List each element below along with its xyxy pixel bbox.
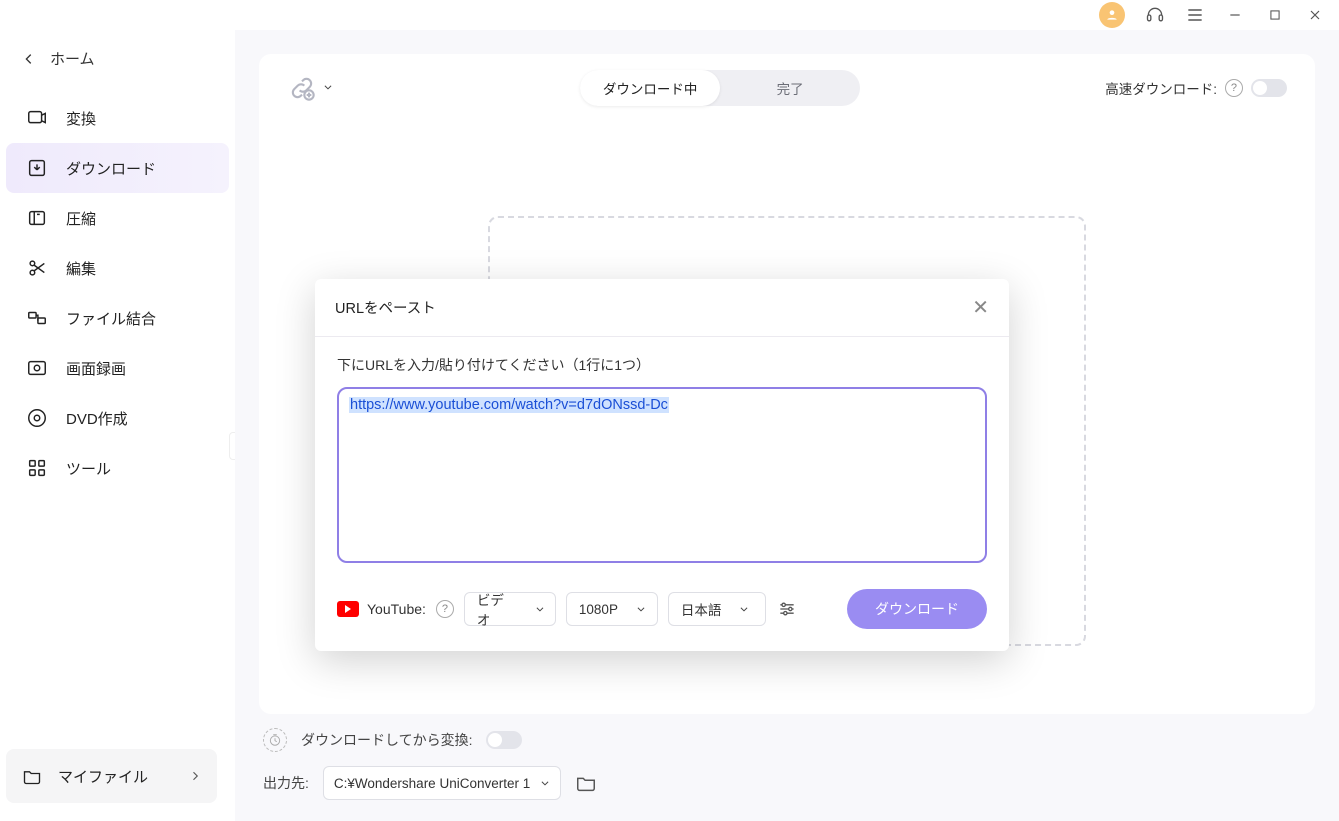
home-link[interactable]: ホーム [0, 38, 235, 93]
download-icon [26, 157, 48, 179]
help-icon[interactable]: ? [436, 600, 454, 618]
chevron-down-icon [636, 604, 646, 614]
convert-icon [26, 107, 48, 129]
tabs: ダウンロード中 完了 [580, 70, 860, 106]
timer-icon [263, 728, 287, 752]
grid-icon [26, 457, 48, 479]
chevron-down-icon [540, 778, 550, 788]
main-area: ダウンロード中 完了 高速ダウンロード: ? 2. 複数のURLを同時にダウンロ… [235, 0, 1339, 821]
minimize-icon[interactable] [1225, 5, 1245, 25]
sidebar-item-tools[interactable]: ツール [6, 443, 229, 493]
sidebar-item-download[interactable]: ダウンロード [6, 143, 229, 193]
tab-downloading[interactable]: ダウンロード中 [580, 70, 720, 106]
sidebar-item-label: 変換 [66, 108, 96, 129]
titlebar [235, 0, 1339, 30]
sidebar: ホーム 変換 ダウンロード 圧縮 編集 ファイル結合 画面録画 DVD作成 [0, 0, 235, 821]
record-icon [26, 357, 48, 379]
chevron-right-icon [189, 770, 201, 782]
footer: ダウンロードしてから変換: 出力先: C:¥Wondershare UniCon… [235, 714, 1339, 810]
tab-done[interactable]: 完了 [720, 70, 860, 106]
sidebar-item-label: ダウンロード [66, 158, 156, 179]
sidebar-item-label: ツール [66, 458, 111, 479]
scissors-icon [26, 257, 48, 279]
youtube-icon [337, 601, 359, 617]
sidebar-item-record[interactable]: 画面録画 [6, 343, 229, 393]
maximize-icon[interactable] [1265, 5, 1285, 25]
myfile-button[interactable]: マイファイル [6, 749, 217, 803]
merge-icon [26, 307, 48, 329]
site-indicator: YouTube: [337, 601, 426, 617]
modal-instruction: 下にURLを入力/貼り付けてください（1行に1つ） [337, 355, 987, 375]
open-folder-icon[interactable] [575, 772, 597, 794]
close-icon[interactable] [1305, 5, 1325, 25]
sidebar-item-label: 画面録画 [66, 358, 126, 379]
chevron-down-icon [535, 604, 545, 614]
convert-after-label: ダウンロードしてから変換: [301, 730, 472, 750]
support-icon[interactable] [1145, 5, 1165, 25]
fast-download-label: 高速ダウンロード: [1105, 78, 1217, 98]
addlink-menu[interactable] [323, 82, 335, 94]
sidebar-item-merge[interactable]: ファイル結合 [6, 293, 229, 343]
sidebar-item-edit[interactable]: 編集 [6, 243, 229, 293]
chevron-down-icon [739, 604, 749, 614]
sidebar-item-label: 編集 [66, 258, 96, 279]
sidebar-item-compress[interactable]: 圧縮 [6, 193, 229, 243]
add-link-icon[interactable] [287, 73, 317, 103]
sidebar-item-label: DVD作成 [66, 408, 128, 429]
output-path-select[interactable]: C:¥Wondershare UniConverter 1 [323, 766, 561, 800]
language-select[interactable]: 日本語 [668, 592, 766, 626]
avatar[interactable] [1099, 2, 1125, 28]
help-icon[interactable]: ? [1225, 79, 1243, 97]
fast-download-toggle[interactable] [1251, 79, 1287, 97]
myfile-label: マイファイル [58, 766, 148, 787]
site-label: YouTube: [367, 601, 426, 617]
modal-close-icon[interactable]: ✕ [972, 295, 989, 320]
sidebar-item-convert[interactable]: 変換 [6, 93, 229, 143]
home-label: ホーム [50, 48, 95, 69]
content-card: ダウンロード中 完了 高速ダウンロード: ? 2. 複数のURLを同時にダウンロ… [259, 54, 1315, 714]
output-label: 出力先: [263, 773, 309, 793]
url-value: https://www.youtube.com/watch?v=d7dONssd… [349, 397, 669, 413]
sidebar-item-label: ファイル結合 [66, 308, 156, 329]
hamburger-icon[interactable] [1185, 5, 1205, 25]
settings-icon[interactable] [776, 598, 798, 620]
chevron-left-icon [22, 52, 36, 66]
compress-icon [26, 207, 48, 229]
folder-icon [22, 766, 42, 786]
sidebar-item-label: 圧縮 [66, 208, 96, 229]
modal-title: URLをペースト [335, 297, 436, 318]
download-button[interactable]: ダウンロード [847, 589, 987, 629]
quality-select[interactable]: 1080P [566, 592, 658, 626]
dvd-icon [26, 407, 48, 429]
sidebar-item-dvd[interactable]: DVD作成 [6, 393, 229, 443]
paste-url-modal: URLをペースト ✕ 下にURLを入力/貼り付けてください（1行に1つ） htt… [315, 279, 1009, 651]
format-select[interactable]: ビデオ [464, 592, 556, 626]
convert-after-toggle[interactable] [486, 731, 522, 749]
url-textarea[interactable]: https://www.youtube.com/watch?v=d7dONssd… [337, 387, 987, 563]
